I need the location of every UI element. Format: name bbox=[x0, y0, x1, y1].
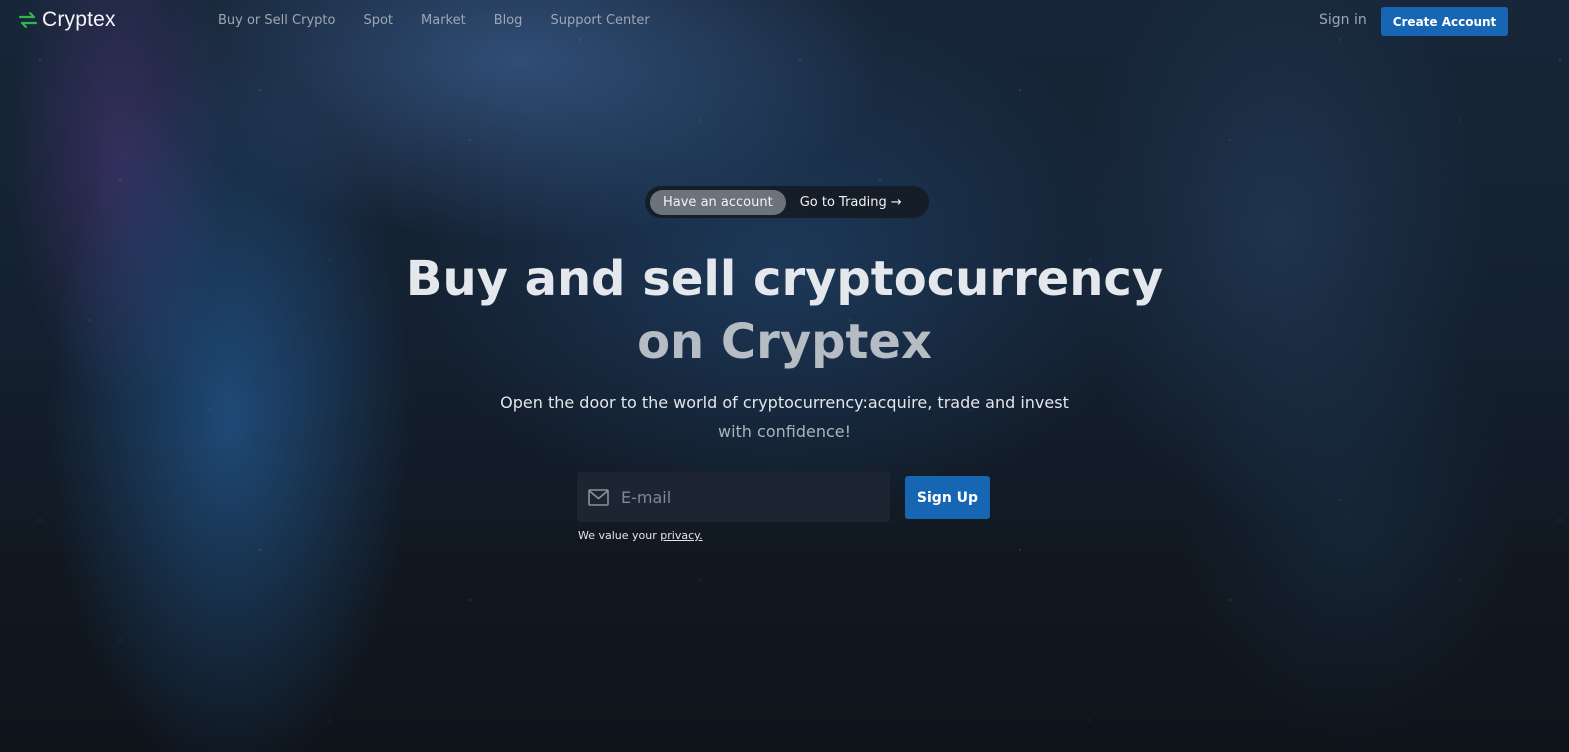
brand-logo[interactable]: Cryptex bbox=[18, 8, 116, 32]
nav-item-spot[interactable]: Spot bbox=[363, 13, 393, 28]
nav-item-blog[interactable]: Blog bbox=[494, 13, 523, 28]
email-field-wrapper bbox=[577, 472, 890, 522]
nav-item-buy-sell-crypto[interactable]: Buy or Sell Crypto bbox=[218, 13, 335, 28]
sign-in-link[interactable]: Sign in bbox=[1319, 12, 1367, 28]
starfield-background bbox=[0, 0, 1569, 752]
nav-item-support-center[interactable]: Support Center bbox=[550, 13, 649, 28]
go-to-trading-link[interactable]: Go to Trading → bbox=[800, 195, 902, 210]
top-header: Cryptex Buy or Sell Crypto Spot Market B… bbox=[0, 0, 1569, 44]
privacy-link[interactable]: privacy. bbox=[660, 529, 702, 542]
hero-title-line-1: Buy and sell cryptocurrency bbox=[405, 251, 1164, 307]
arrow-right-icon: → bbox=[890, 194, 902, 210]
cryptex-logo-icon bbox=[18, 11, 38, 29]
hero-title: Buy and sell cryptocurrency on Cryptex bbox=[0, 248, 1569, 374]
privacy-note: We value your privacy. bbox=[578, 529, 703, 542]
hero-subtitle-line-1: Open the door to the world of cryptocurr… bbox=[500, 393, 1069, 412]
main-nav: Buy or Sell Crypto Spot Market Blog Supp… bbox=[218, 13, 650, 28]
hero-title-line-2: on Cryptex bbox=[637, 314, 932, 370]
brand-name: Cryptex bbox=[42, 8, 116, 31]
privacy-prefix: We value your bbox=[578, 529, 661, 542]
nav-item-market[interactable]: Market bbox=[421, 13, 466, 28]
sign-up-button[interactable]: Sign Up bbox=[905, 476, 990, 519]
have-account-label: Have an account bbox=[650, 189, 786, 215]
landing-page: Cryptex Buy or Sell Crypto Spot Market B… bbox=[0, 0, 1569, 752]
create-account-button[interactable]: Create Account bbox=[1381, 7, 1508, 36]
account-pill: Have an account Go to Trading → bbox=[645, 186, 929, 218]
mail-icon bbox=[588, 488, 609, 506]
hero-subtitle-line-2: with confidence! bbox=[717, 422, 852, 441]
email-input[interactable] bbox=[619, 478, 873, 516]
hero-subtitle: Open the door to the world of cryptocurr… bbox=[0, 388, 1569, 446]
go-to-trading-label: Go to Trading bbox=[799, 194, 887, 210]
